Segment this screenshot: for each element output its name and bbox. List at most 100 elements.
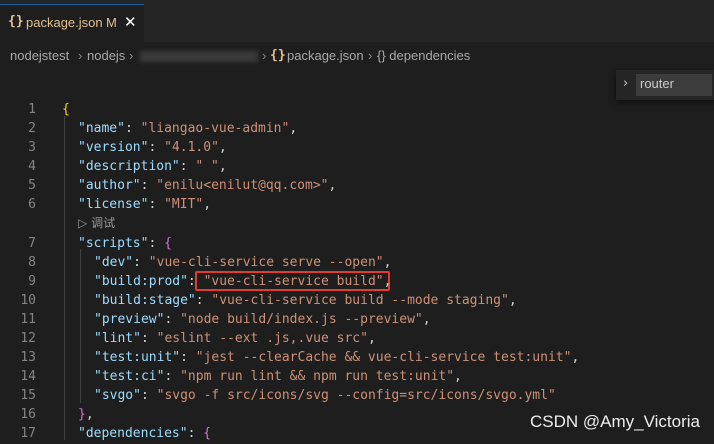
json-key: "license" [78,197,149,212]
json-punct: : [140,331,157,346]
json-key: "version" [78,140,149,155]
code-line[interactable]: 11 "preview": "node build/index.js --prev… [0,311,714,330]
json-punct: : [164,312,181,327]
codelens-debug[interactable]: ▷ 调试 [78,214,115,231]
json-punct: , [454,369,462,384]
line-number: 17 [20,426,36,441]
code-line[interactable]: 1{ [0,101,714,120]
code-line[interactable]: 3 "version": "4.1.0", [0,139,714,158]
json-file-icon: {} [270,48,286,63]
json-file-icon: {} [8,14,24,29]
line-number: 13 [20,350,36,365]
tab-package-json[interactable]: {} package.json M ✕ [0,4,144,42]
code-text: "test:ci": "npm run lint && npm run test… [94,369,462,384]
json-string: "vue-cli-service serve --open" [148,255,384,270]
breadcrumb-item-nodejstest[interactable]: nodejstest [10,48,69,63]
json-key: "name" [78,121,125,136]
chevron-right-icon: › [129,48,134,63]
json-punct: , [328,178,337,193]
code-text: "lint": "eslint --ext .js,.vue src", [94,331,376,346]
chevron-right-icon: › [368,48,373,63]
code-line[interactable]: 6 "license": "MIT", [0,196,714,215]
line-number: 5 [28,178,36,193]
code-line[interactable]: 2 "name": "liangao-vue-admin", [0,120,714,139]
json-string: "jest --clearCache && vue-cli-service te… [195,350,572,365]
json-string: "enilu<enilut@qq.com>" [156,178,329,193]
json-punct: : [180,350,196,365]
json-key: "author" [78,178,141,193]
json-punct: } [78,407,86,422]
chevron-right-icon[interactable]: › [623,76,628,91]
json-key: "preview" [94,312,165,327]
line-number: 16 [20,407,36,422]
json-key: "lint" [94,331,141,346]
breadcrumb-item-nodejs[interactable]: nodejs [87,48,125,63]
json-string: " " [195,159,219,174]
code-line[interactable]: 12 "lint": "eslint --ext .js,.vue src", [0,330,714,349]
json-punct: : [179,159,196,174]
json-punct: : [124,121,141,136]
play-icon: ▷ [78,216,88,230]
chevron-right-icon: › [262,48,267,63]
line-number: 6 [28,197,36,212]
code-text: "preview": "node build/index.js --previe… [94,312,431,327]
code-text: "version": "4.1.0", [78,140,227,155]
code-line[interactable]: 10 "build:stage": "vue-cli-service build … [0,292,714,311]
code-line[interactable]: 13 "test:unit": "jest --clearCache && vue… [0,349,714,368]
json-key: "scripts" [78,236,149,251]
line-number: 2 [28,121,36,136]
code-text: "license": "MIT", [78,197,211,212]
code-text: "description": " ", [78,159,227,174]
json-punct: : [133,255,149,270]
code-line[interactable]: 15 "svgo": "svgo -f src/icons/svg --confi… [0,387,714,406]
code-text: { [62,102,70,117]
json-string: "node build/index.js --preview" [180,312,423,327]
breadcrumb-item-package-json[interactable]: package.json [287,48,364,63]
json-punct: : [187,274,204,289]
tab-bar: {} package.json M ✕ [0,4,714,42]
json-punct: , [85,407,94,422]
json-key: "build:prod" [94,274,188,289]
line-number: 1 [28,102,36,117]
code-line[interactable]: 7 "scripts": { [0,235,714,254]
json-punct: , [508,293,517,308]
json-punct: , [422,312,431,327]
json-punct: , [571,350,580,365]
line-number: 4 [28,159,36,174]
tab-title: package.json [26,15,103,30]
code-text: "scripts": { [78,236,172,251]
json-punct: , [218,159,227,174]
json-punct: , [203,197,212,212]
json-punct: : [140,388,157,403]
json-string: "MIT" [164,197,204,212]
breadcrumb-item-dependencies[interactable]: {} dependencies [377,48,470,63]
code-text: "build:prod": "vue-cli-service build", [94,274,391,289]
json-key: "test:ci" [94,369,165,384]
line-number: 3 [28,140,36,155]
code-text: "name": "liangao-vue-admin", [78,121,297,136]
json-key: "description" [78,159,180,174]
code-text: "svgo": "svgo -f src/icons/svg --config=… [94,388,556,403]
json-punct: { [164,236,172,251]
code-line[interactable]: 9 "build:prod": "vue-cli-service build", [0,273,714,292]
line-number: 9 [28,274,36,289]
json-punct: : [140,178,157,193]
chevron-right-icon: › [78,48,83,63]
breadcrumb: nodejstest › nodejs › › {} package.json … [0,42,714,70]
code-text: "test:unit": "jest --clearCache && vue-c… [94,350,579,365]
json-punct: : [148,197,165,212]
json-string: "npm run lint && npm run test:unit" [180,369,455,384]
code-text: "author": "enilu<enilut@qq.com>", [78,178,336,193]
code-line[interactable]: 14 "test:ci": "npm run lint && npm run te… [0,368,714,387]
code-line[interactable]: 4 "description": " ", [0,158,714,177]
close-icon[interactable]: ✕ [124,13,137,31]
json-punct: , [383,274,392,289]
code-editor[interactable]: ▷ 调试 1{2 "name": "liangao-vue-admin", 3 "ve… [0,96,714,441]
json-string: "eslint --ext .js,.vue src" [156,331,368,346]
code-line[interactable]: 5 "author": "enilu<enilut@qq.com>", [0,177,714,196]
json-punct: : [148,236,165,251]
json-punct: : [187,426,204,441]
json-key: "dev" [94,255,134,270]
line-number: 12 [20,331,36,346]
code-line[interactable]: 8 "dev": "vue-cli-service serve --open", [0,254,714,273]
